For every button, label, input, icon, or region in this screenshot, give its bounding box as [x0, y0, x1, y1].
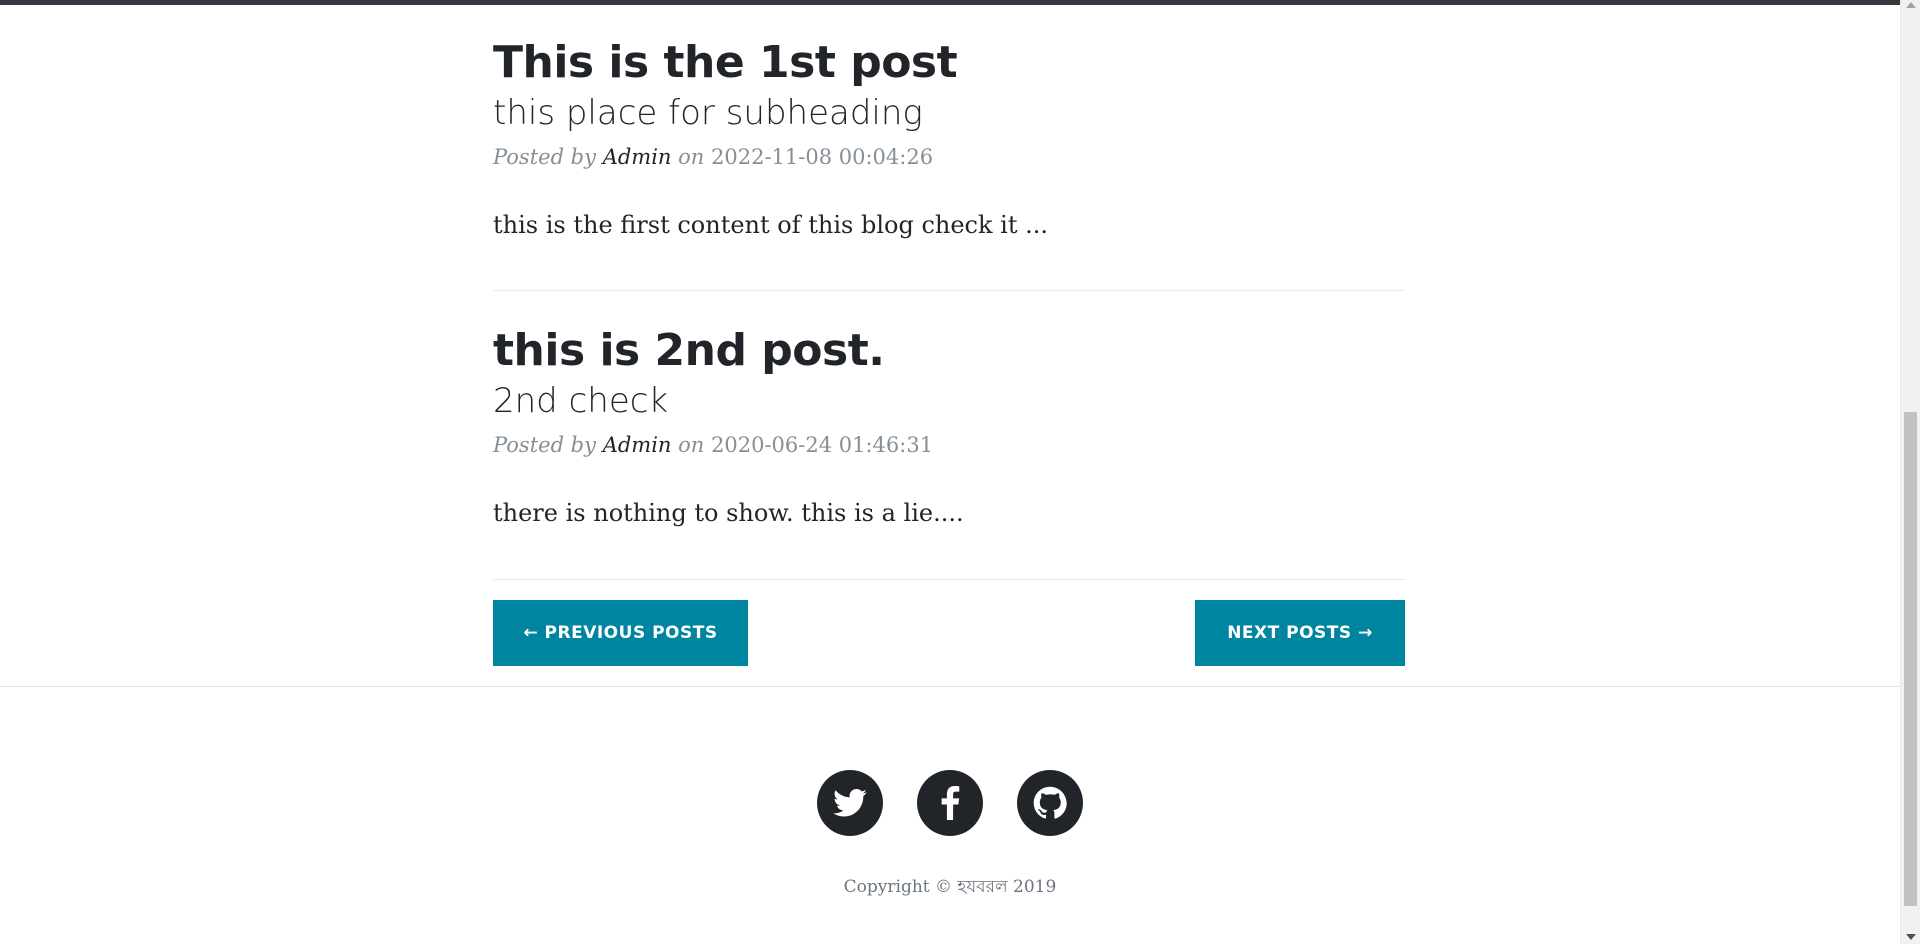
footer-divider [0, 686, 1900, 687]
vertical-scrollbar[interactable] [1900, 0, 1920, 944]
facebook-icon [941, 786, 960, 820]
post-meta: Posted by Admin on 2022-11-08 00:04:26 [493, 145, 1405, 169]
post-title[interactable]: This is the 1st post [493, 37, 1405, 89]
twitter-button[interactable] [817, 770, 883, 836]
post-author[interactable]: Admin [603, 145, 672, 169]
post-title[interactable]: this is 2nd post. [493, 325, 1405, 377]
post-date: 2020-06-24 01:46:31 [711, 433, 934, 458]
copyright-text: Copyright © হযবরল 2019 [843, 877, 1057, 897]
github-icon [1033, 786, 1067, 819]
previous-posts-button[interactable]: ← PREVIOUS POSTS [493, 600, 748, 666]
scrollbar-thumb[interactable] [1904, 412, 1917, 906]
posted-by-label: Posted by [493, 433, 596, 458]
scroll-down-arrow-icon[interactable] [1906, 934, 1916, 940]
on-label: on [678, 433, 705, 458]
pager: ← PREVIOUS POSTS NEXT POSTS → [493, 600, 1405, 666]
post-excerpt: there is nothing to show. this is a lie.… [493, 499, 964, 528]
posted-by-label: Posted by [493, 145, 596, 170]
post-excerpt: this is the first content of this blog c… [493, 211, 1048, 240]
top-nav-bar-edge [0, 0, 1900, 5]
post-preview: This is the 1st post this place for subh… [493, 37, 1405, 291]
next-posts-button[interactable]: NEXT POSTS → [1195, 600, 1405, 666]
twitter-icon [833, 789, 867, 817]
github-button[interactable] [1017, 770, 1083, 836]
post-author[interactable]: Admin [603, 433, 672, 457]
post-meta: Posted by Admin on 2020-06-24 01:46:31 [493, 433, 1405, 457]
on-label: on [678, 145, 705, 170]
social-links [817, 770, 1083, 836]
post-subtitle[interactable]: this place for subheading [493, 93, 1405, 134]
post-preview: this is 2nd post. 2nd check Posted by Ad… [493, 325, 1405, 580]
post-date: 2022-11-08 00:04:26 [711, 145, 934, 170]
post-link[interactable]: This is the 1st post this place for subh… [493, 37, 1405, 134]
post-link[interactable]: this is 2nd post. 2nd check [493, 325, 1405, 422]
post-subtitle[interactable]: 2nd check [493, 381, 1405, 422]
scroll-up-arrow-icon[interactable] [1906, 2, 1916, 8]
facebook-button[interactable] [917, 770, 983, 836]
